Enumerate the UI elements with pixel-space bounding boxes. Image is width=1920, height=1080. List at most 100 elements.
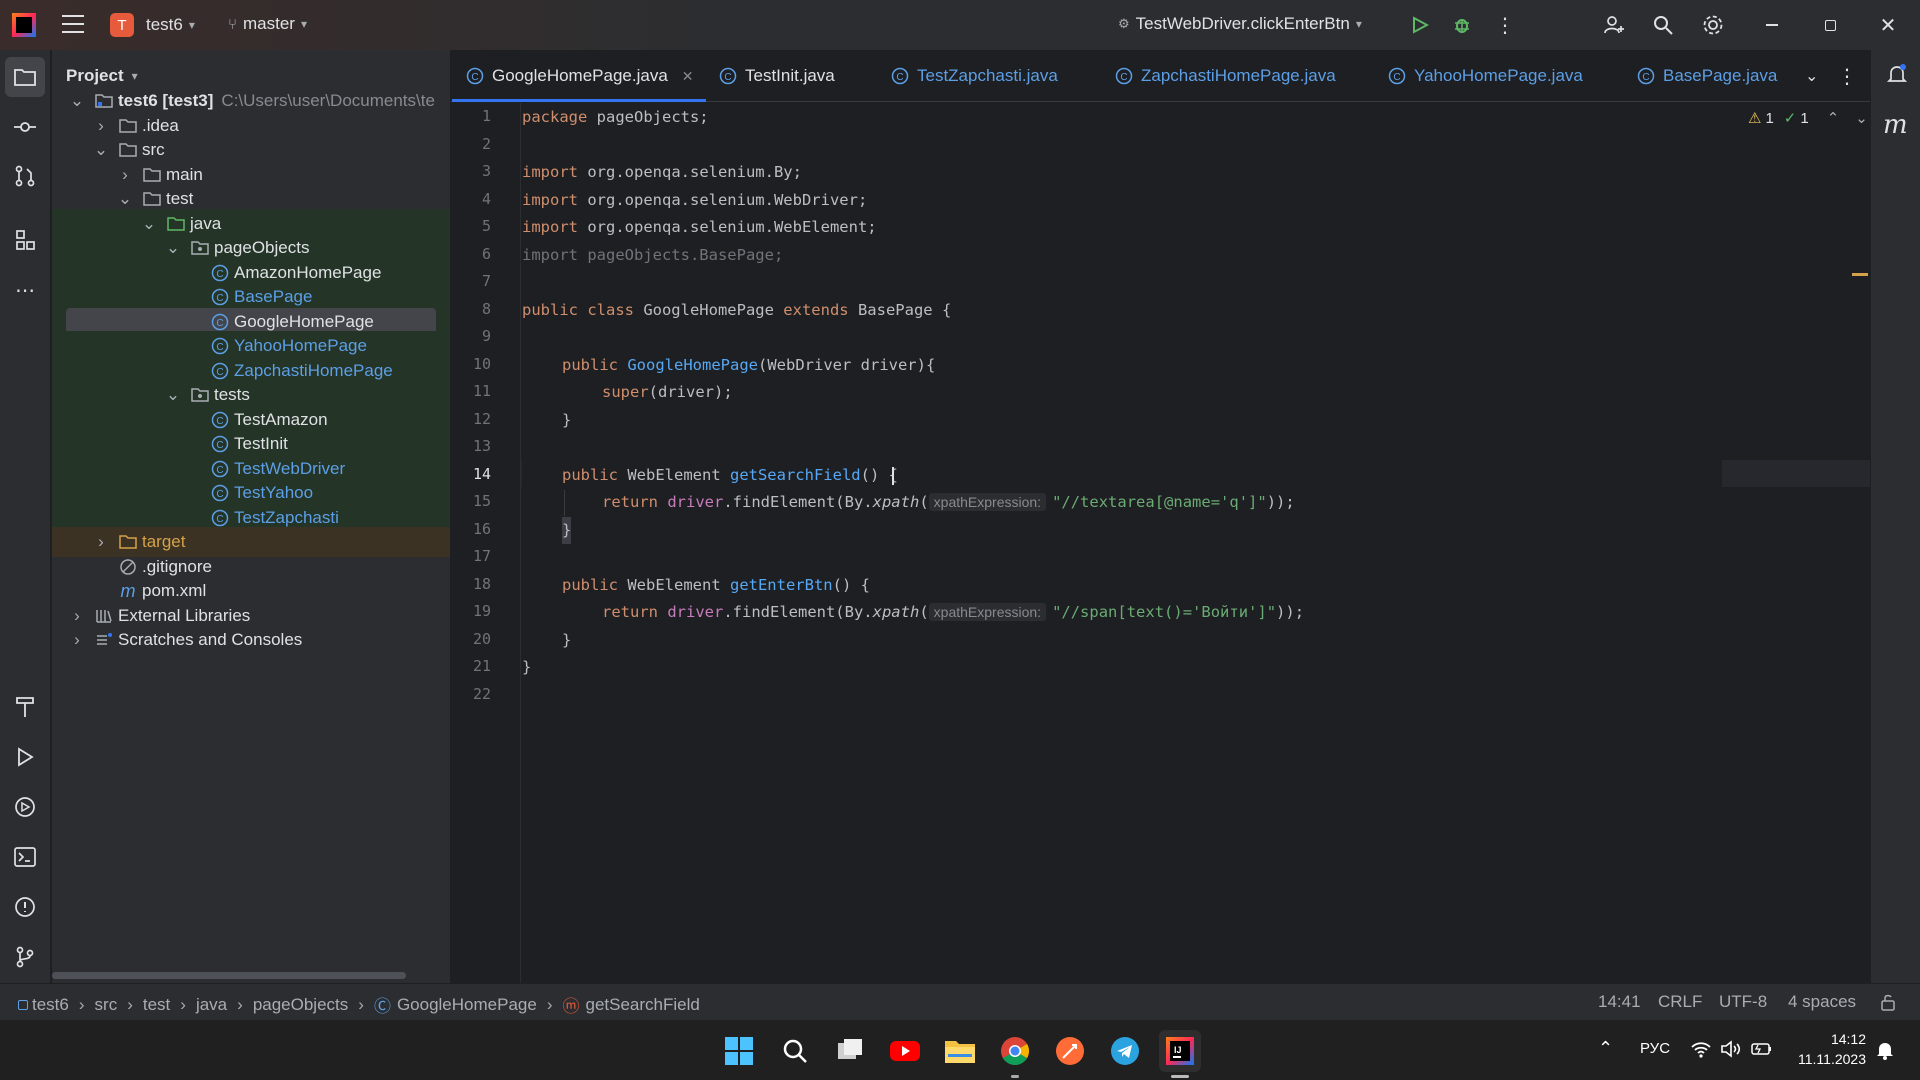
- pull-requests-icon[interactable]: [5, 156, 45, 196]
- windows-start-icon[interactable]: [718, 1030, 760, 1072]
- search-icon[interactable]: [1648, 10, 1678, 40]
- debug-icon[interactable]: [1447, 10, 1477, 40]
- code-token: import: [522, 163, 578, 181]
- code-token: GoogleHomePage: [627, 356, 758, 374]
- tab-basepage[interactable]: C BasePage.java: [1637, 50, 1777, 102]
- breadcrumb-item[interactable]: getSearchField: [585, 995, 699, 1015]
- wifi-icon[interactable]: [1690, 1039, 1712, 1064]
- project-badge: T: [110, 13, 134, 37]
- project-tool-icon[interactable]: [5, 57, 45, 97]
- tab-googlehomepage[interactable]: C GoogleHomePage.java ✕: [452, 50, 706, 102]
- chevron-right-icon[interactable]: ›: [70, 630, 84, 649]
- chevron-right-icon[interactable]: ›: [70, 606, 84, 625]
- file-encoding[interactable]: UTF-8: [1719, 992, 1767, 1012]
- code-line-4: import org.openqa.selenium.WebDriver;: [522, 187, 867, 214]
- chevron-right-icon[interactable]: ›: [118, 165, 132, 184]
- tab-list-chevron-icon[interactable]: ⌄: [1805, 50, 1818, 102]
- restore-icon[interactable]: [1815, 10, 1845, 40]
- horizontal-scrollbar[interactable]: [52, 972, 406, 979]
- tab-zapchastihomepage[interactable]: C ZapchastiHomePage.java: [1115, 50, 1336, 102]
- problems-icon[interactable]: [5, 887, 45, 927]
- line-number: 6: [481, 245, 491, 263]
- minimize-icon[interactable]: [1757, 10, 1787, 40]
- file-explorer-icon[interactable]: [939, 1030, 981, 1072]
- task-view-icon[interactable]: [829, 1030, 871, 1072]
- intellij-idea-icon[interactable]: IJ: [1159, 1030, 1201, 1078]
- code-editor[interactable]: package pageObjects; import org.openqa.s…: [522, 103, 1868, 983]
- code-token: driver: [658, 603, 724, 621]
- svg-text:C: C: [1393, 72, 1400, 83]
- main-menu-icon[interactable]: [62, 15, 84, 35]
- app-logo[interactable]: [12, 13, 36, 37]
- line-ending[interactable]: CRLF: [1658, 992, 1702, 1012]
- tree-item-scratches[interactable]: › Scratches and Consoles: [52, 625, 450, 655]
- chevron-right-icon[interactable]: ›: [94, 532, 108, 551]
- run-tool-icon[interactable]: [5, 737, 45, 777]
- chevron-down-icon[interactable]: ⌄: [94, 140, 108, 159]
- settings-gear-icon[interactable]: [1698, 10, 1728, 40]
- structure-icon[interactable]: [5, 220, 45, 260]
- breadcrumb-item[interactable]: GoogleHomePage: [397, 995, 537, 1015]
- code-token: import: [522, 191, 578, 209]
- code-token: getEnterBtn: [729, 576, 833, 594]
- breadcrumb-item[interactable]: test: [143, 995, 170, 1015]
- project-panel-title[interactable]: Project ▾: [66, 66, 138, 86]
- chevron-right-icon: ›: [127, 994, 133, 1014]
- terminal-icon[interactable]: [5, 837, 45, 877]
- chevron-right-icon[interactable]: ›: [94, 116, 108, 135]
- services-icon[interactable]: [5, 787, 45, 827]
- tray-overflow-chevron-icon[interactable]: ⌃: [1598, 1038, 1613, 1059]
- run-config-selector[interactable]: ⚙ TestWebDriver.clickEnterBtn ▾: [1118, 14, 1362, 34]
- close-tab-icon[interactable]: ✕: [682, 68, 694, 85]
- tab-testzapchasti[interactable]: C TestZapchasti.java: [891, 50, 1058, 102]
- notifications-bell-icon[interactable]: [1886, 63, 1908, 90]
- chevron-down-icon[interactable]: ⌄: [166, 238, 180, 257]
- chevron-up-icon[interactable]: ⌃: [1827, 109, 1840, 127]
- code-token: "//span[text()='Войти']": [1052, 603, 1277, 621]
- unlock-icon[interactable]: [1880, 993, 1896, 1016]
- notification-bell-icon[interactable]: [1876, 1040, 1894, 1065]
- chevron-down-icon[interactable]: ⌄: [166, 385, 180, 404]
- input-language[interactable]: РУС: [1640, 1040, 1670, 1057]
- add-user-icon[interactable]: [1599, 10, 1629, 40]
- battery-icon[interactable]: [1751, 1040, 1773, 1063]
- line-number: 15: [472, 492, 491, 510]
- youtube-icon[interactable]: [884, 1030, 926, 1072]
- chevron-down-icon[interactable]: ⌄: [70, 91, 84, 110]
- caret-position[interactable]: 14:41: [1598, 992, 1641, 1012]
- volume-icon[interactable]: [1720, 1039, 1742, 1064]
- more-tools-icon[interactable]: ⋯: [5, 270, 45, 310]
- chevron-down-icon[interactable]: ⌄: [118, 189, 132, 208]
- telegram-icon[interactable]: [1104, 1030, 1146, 1072]
- taskbar-search-icon[interactable]: [774, 1030, 816, 1072]
- code-token: (: [919, 493, 929, 511]
- warning-stripe-marker[interactable]: [1852, 273, 1868, 276]
- clock[interactable]: 14:12 11.11.2023: [1790, 1029, 1866, 1069]
- run-icon[interactable]: [1405, 10, 1435, 40]
- more-actions-icon[interactable]: ⋮: [1490, 10, 1520, 40]
- chevron-down-icon[interactable]: ⌄: [142, 214, 156, 233]
- postman-icon[interactable]: [1049, 1030, 1091, 1072]
- inspection-widget[interactable]: ⚠ 1 ✓ 1 ⌃ ⌄: [1748, 109, 1868, 128]
- build-hammer-icon[interactable]: [5, 687, 45, 727]
- class-icon: C: [210, 336, 230, 356]
- breadcrumb-item[interactable]: src: [95, 995, 118, 1015]
- tab-options-icon[interactable]: ⋮: [1837, 50, 1857, 102]
- commit-tool-icon[interactable]: [5, 107, 45, 147]
- breadcrumb-item[interactable]: pageObjects: [253, 995, 348, 1015]
- chrome-icon[interactable]: [994, 1030, 1036, 1078]
- indent-setting[interactable]: 4 spaces: [1788, 992, 1856, 1012]
- windows-taskbar: IJ ⌃ РУС 14:12 11.11.2023: [0, 1020, 1920, 1080]
- method-icon: ⓜ: [562, 997, 580, 1016]
- folder-icon: [118, 116, 138, 136]
- project-selector[interactable]: T test6 ▾: [110, 13, 195, 37]
- breadcrumb-item[interactable]: test6: [32, 995, 69, 1015]
- maven-tool-icon[interactable]: m: [1883, 110, 1908, 140]
- close-icon[interactable]: ✕: [1873, 10, 1903, 40]
- tab-yahoohomepage[interactable]: C YahooHomePage.java: [1388, 50, 1583, 102]
- chevron-down-icon[interactable]: ⌄: [1855, 109, 1868, 127]
- git-icon[interactable]: [5, 937, 45, 977]
- tab-testinit[interactable]: C TestInit.java: [719, 50, 835, 102]
- branch-selector[interactable]: ⑂ master ▾: [228, 14, 307, 34]
- breadcrumb-item[interactable]: java: [196, 995, 227, 1015]
